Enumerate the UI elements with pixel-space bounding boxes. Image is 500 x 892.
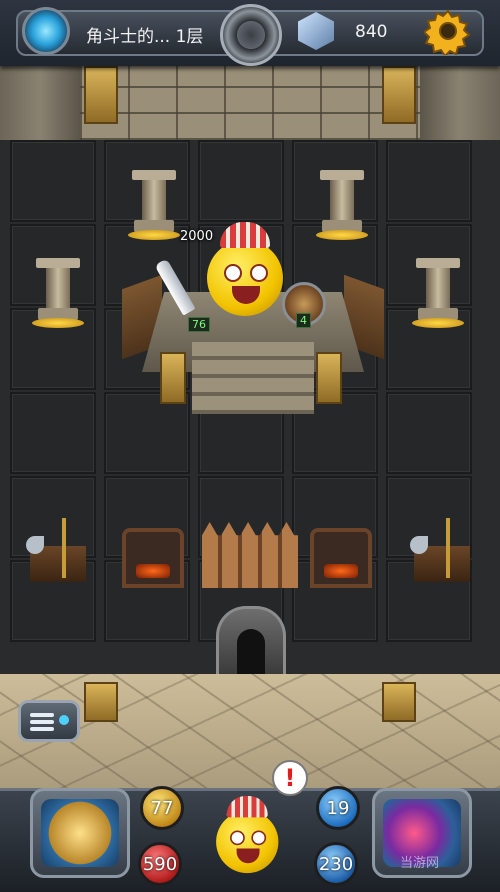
bottom-right-ornament (382, 682, 416, 722)
portal-icon[interactable] (22, 7, 70, 55)
player-avatar[interactable] (212, 796, 286, 878)
pillar[interactable] (316, 170, 368, 242)
weapon-rack[interactable] (406, 516, 476, 586)
arena-right-ornament (316, 352, 342, 404)
floor-tile[interactable] (386, 140, 472, 222)
bottom-left-ornament (84, 682, 118, 722)
hero-skill-icon (41, 799, 119, 867)
gear-icon[interactable] (424, 7, 472, 55)
level-label: 角斗士的... 1层 (86, 27, 204, 47)
compass-disc-icon[interactable] (220, 4, 282, 66)
furnace-gate[interactable] (118, 524, 188, 590)
enemy-attack-badge: 76 (188, 317, 210, 332)
right-wall-column (420, 60, 500, 140)
mana-stat: 230 (314, 842, 358, 886)
stone-doorway[interactable] (216, 606, 286, 678)
alert-badge[interactable]: ! (272, 760, 308, 796)
floor-tile[interactable] (198, 140, 284, 222)
pillar[interactable] (32, 258, 84, 330)
watermark: 当游网 (400, 856, 440, 871)
coin-count: 840 (355, 22, 388, 42)
floor-tile[interactable] (10, 392, 96, 474)
enemy-defense-badge: 4 (296, 313, 311, 328)
arena-left-ornament (160, 352, 186, 404)
pillar[interactable] (412, 258, 464, 330)
hero-skill-button[interactable] (30, 788, 130, 878)
right-gold-ornament (382, 66, 416, 124)
weapon-rack[interactable] (22, 516, 92, 586)
pillar[interactable] (128, 170, 180, 242)
attack-stat: 77 (140, 786, 184, 830)
left-wall-column (0, 60, 80, 140)
left-gold-ornament (84, 66, 118, 124)
back-wall (80, 60, 420, 140)
gladiator-enemy[interactable] (202, 222, 292, 322)
floor-tile[interactable] (10, 140, 96, 222)
menu-button[interactable] (18, 700, 80, 742)
enemy-reward: 2000 (180, 229, 214, 244)
floor-tile[interactable] (386, 392, 472, 474)
furnace-gate[interactable] (306, 524, 376, 590)
health-stat: 590 (138, 842, 182, 886)
defense-stat: 19 (316, 786, 360, 830)
